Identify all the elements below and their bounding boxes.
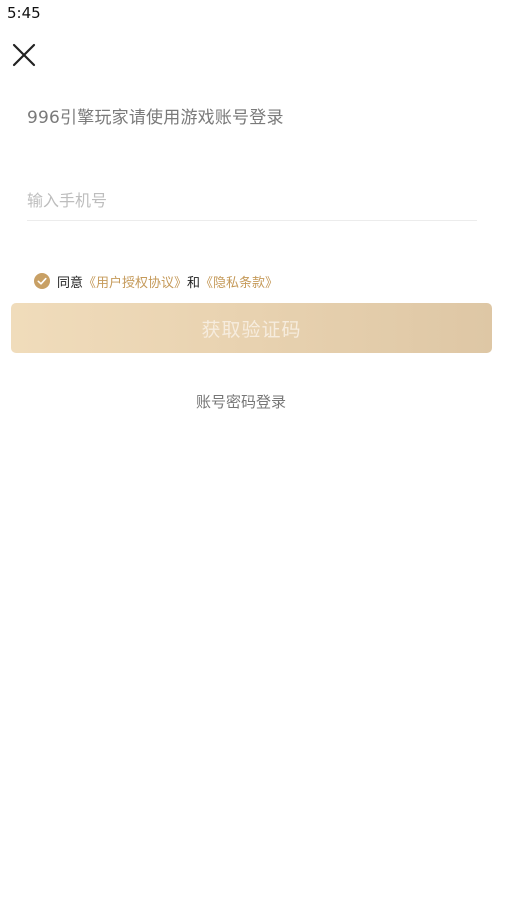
close-button[interactable] (9, 40, 39, 70)
check-circle-icon (34, 273, 50, 289)
phone-input[interactable] (27, 180, 477, 221)
agreement-and: 和 (187, 275, 201, 291)
agreement-row: 同意 《用户授权协议》 和 《隐私条款》 (34, 271, 278, 291)
close-icon (12, 43, 36, 67)
login-hint: 996引擎玩家请使用游戏账号登录 (27, 108, 284, 128)
login-screen: 5:45 996引擎玩家请使用游戏账号登录 同意 《用户授权协议》 和 《隐私条… (0, 0, 505, 898)
agreement-checkbox[interactable] (34, 273, 50, 289)
status-bar-time: 5:45 (7, 4, 41, 22)
privacy-terms-link[interactable]: 《隐私条款》 (200, 272, 278, 291)
password-login-link[interactable]: 账号密码登录 (0, 391, 482, 412)
agreement-prefix: 同意 (57, 275, 84, 291)
user-agreement-link[interactable]: 《用户授权协议》 (83, 272, 187, 291)
get-verification-code-button[interactable]: 获取验证码 (11, 303, 492, 353)
